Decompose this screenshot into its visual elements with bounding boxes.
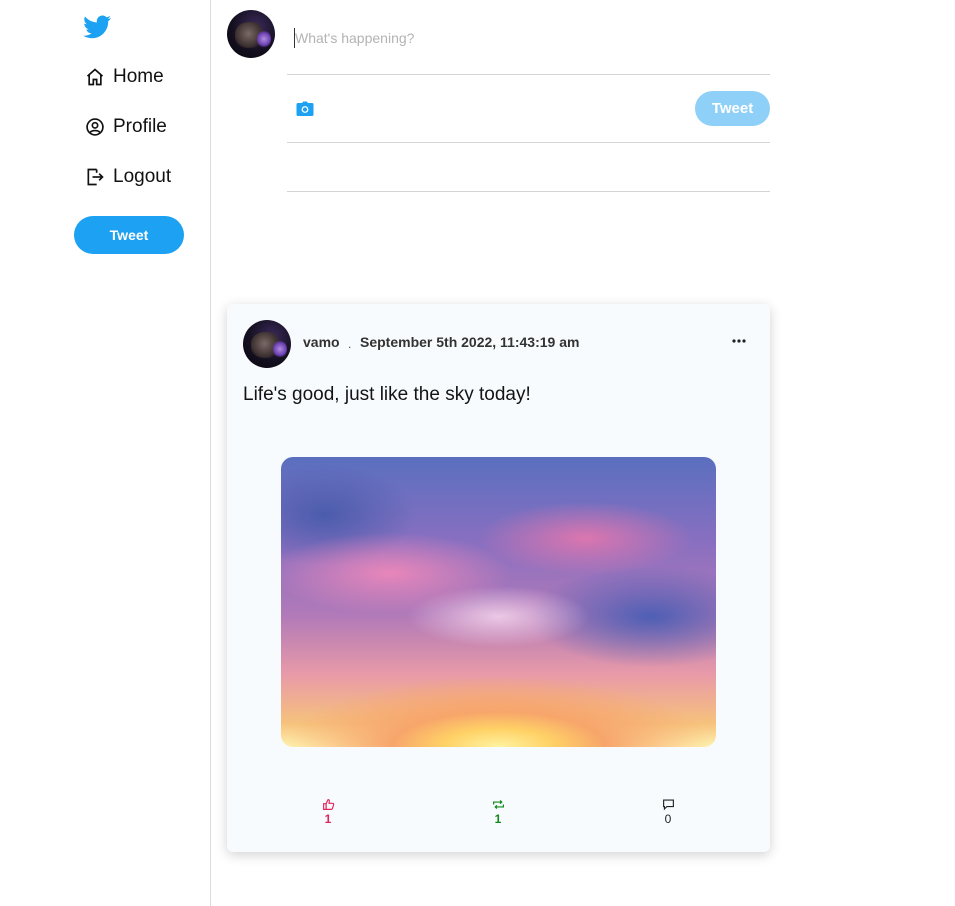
reply-count: 0 <box>664 812 672 826</box>
home-icon <box>86 68 104 86</box>
retweet-count: 1 <box>494 812 502 826</box>
nav-logout-label: Logout <box>113 166 172 187</box>
nav-profile-label: Profile <box>113 116 167 137</box>
like-count: 1 <box>324 812 332 826</box>
profile-icon <box>86 118 104 136</box>
retweet-icon <box>492 800 504 809</box>
sidebar-tweet-button[interactable]: Tweet <box>74 216 184 254</box>
tweet-separator: . <box>348 337 352 351</box>
sidebar: Home Profile Logout Tweet <box>0 0 211 906</box>
logout-icon <box>87 168 104 186</box>
reply-button[interactable]: 0 <box>653 798 683 826</box>
composer-avatar <box>227 10 275 58</box>
reply-icon <box>662 799 674 811</box>
tweet-timestamp: September 5th 2022, 11:43:19 am <box>360 334 580 350</box>
tweet-text: Life's good, just like the sky today! <box>243 384 531 405</box>
tweet-compose-input[interactable] <box>294 28 765 48</box>
nav-profile[interactable]: Profile <box>85 116 167 138</box>
like-button[interactable]: 1 <box>313 798 343 826</box>
tweet-username[interactable]: vamo <box>303 334 340 350</box>
tweet-image[interactable] <box>281 457 716 747</box>
composer-divider <box>287 142 770 143</box>
more-options-icon[interactable] <box>730 333 748 349</box>
composer-tweet-button[interactable]: Tweet <box>695 91 770 126</box>
nav-home[interactable]: Home <box>85 66 164 88</box>
retweet-button[interactable]: 1 <box>483 798 513 826</box>
like-icon <box>322 799 334 810</box>
feed-divider <box>287 191 770 192</box>
camera-icon[interactable] <box>296 101 314 117</box>
tweet-card[interactable]: vamo . September 5th 2022, 11:43:19 am L… <box>227 304 770 852</box>
nav-logout[interactable]: Logout <box>85 166 171 188</box>
twitter-logo-icon[interactable] <box>83 15 111 39</box>
tweet-author-avatar[interactable] <box>243 320 291 368</box>
nav-home-label: Home <box>113 66 164 87</box>
composer-divider <box>287 74 770 75</box>
